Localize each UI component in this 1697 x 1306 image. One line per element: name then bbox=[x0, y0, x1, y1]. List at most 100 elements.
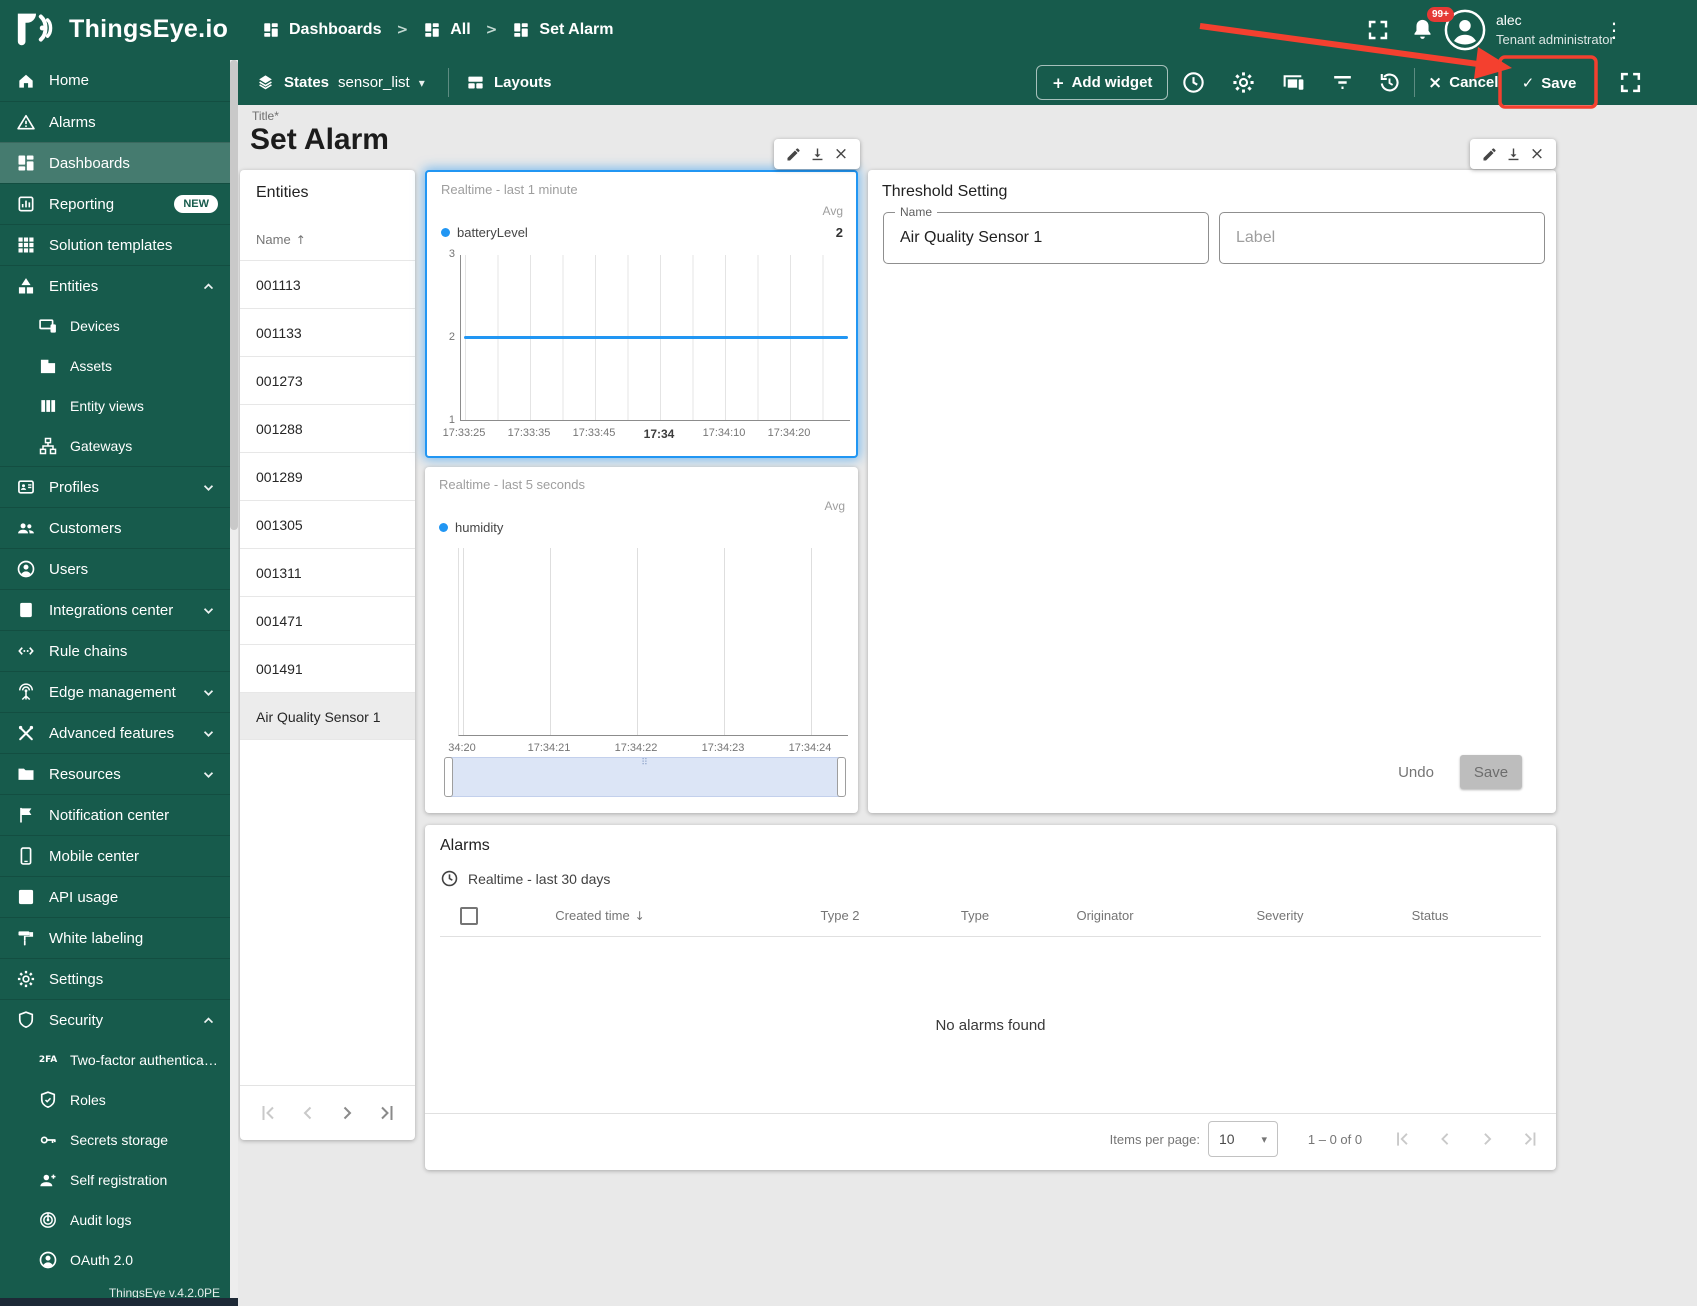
sidebar-item-profiles[interactable]: Profiles bbox=[0, 466, 230, 507]
undo-button[interactable]: Undo bbox=[1383, 754, 1449, 790]
select-all-checkbox[interactable] bbox=[460, 907, 478, 925]
timewindow-icon[interactable] bbox=[1181, 70, 1206, 95]
version-history-icon[interactable] bbox=[1377, 70, 1402, 95]
range-handle-right[interactable] bbox=[837, 757, 846, 797]
sidebar-item-white-labeling[interactable]: White labeling bbox=[0, 917, 230, 958]
sidebar-item-alarms[interactable]: Alarms bbox=[0, 101, 230, 142]
next-page-icon[interactable] bbox=[335, 1101, 359, 1125]
states-selector[interactable]: States sensor_list ▾ bbox=[256, 60, 425, 105]
sidebar-item-settings[interactable]: Settings bbox=[0, 958, 230, 999]
sidebar-item-audit-logs[interactable]: Audit logs bbox=[0, 1200, 230, 1240]
sidebar-item-advanced-features[interactable]: Advanced features bbox=[0, 712, 230, 753]
entity-row-air-quality-sensor-1[interactable]: Air Quality Sensor 1 bbox=[240, 692, 415, 740]
edit-widget-icon[interactable] bbox=[785, 146, 802, 163]
alarm-column-type[interactable]: Type bbox=[961, 908, 989, 923]
entity-row-001471[interactable]: 001471 bbox=[240, 596, 415, 644]
breadcrumb-all[interactable]: All bbox=[423, 21, 471, 39]
add-widget-button[interactable]: + Add widget bbox=[1036, 65, 1169, 100]
humidity-chart-widget[interactable]: Realtime - last 5 seconds Avg humidity 3… bbox=[425, 467, 858, 813]
more-menu-icon[interactable]: ⋮ bbox=[1602, 16, 1626, 44]
app-logo[interactable]: ThingsEye.io bbox=[14, 8, 228, 50]
previous-page-icon[interactable] bbox=[1434, 1127, 1457, 1151]
remove-widget-icon[interactable]: × bbox=[1529, 145, 1546, 163]
edit-widget-icon[interactable] bbox=[1481, 146, 1498, 163]
sidebar-item-resources[interactable]: Resources bbox=[0, 753, 230, 794]
sidebar-item-secrets-storage[interactable]: Secrets storage bbox=[0, 1120, 230, 1160]
sidebar-item-rule-chains[interactable]: Rule chains bbox=[0, 630, 230, 671]
entity-row-001305[interactable]: 001305 bbox=[240, 500, 415, 548]
legend-item-batteryLevel[interactable]: batteryLevel bbox=[441, 225, 528, 240]
first-page-icon[interactable] bbox=[1391, 1127, 1414, 1151]
sidebar-item-home[interactable]: Home bbox=[0, 60, 230, 101]
toolbar-fullscreen-icon[interactable] bbox=[1618, 70, 1643, 95]
next-page-icon[interactable] bbox=[1476, 1127, 1499, 1151]
export-widget-icon[interactable] bbox=[1505, 146, 1522, 163]
entity-row-001311[interactable]: 001311 bbox=[240, 548, 415, 596]
entity-row-001133[interactable]: 001133 bbox=[240, 308, 415, 356]
entity-row-001273[interactable]: 001273 bbox=[240, 356, 415, 404]
sidebar-item-assets[interactable]: Assets bbox=[0, 346, 230, 386]
sidebar-item-notification-center[interactable]: Notification center bbox=[0, 794, 230, 835]
alarm-column-severity[interactable]: Severity bbox=[1257, 908, 1304, 923]
filters-icon[interactable] bbox=[1330, 70, 1355, 95]
dashboard-settings-icon[interactable] bbox=[1231, 70, 1256, 95]
breadcrumb-dashboards[interactable]: Dashboards bbox=[262, 21, 381, 39]
remove-widget-icon[interactable]: × bbox=[833, 145, 850, 163]
sidebar-item-edge-management[interactable]: Edge management bbox=[0, 671, 230, 712]
sidebar-item-label: Resources bbox=[49, 765, 121, 783]
layouts-button[interactable]: Layouts bbox=[466, 60, 552, 105]
last-page-icon[interactable] bbox=[1519, 1127, 1542, 1151]
entity-row-001289[interactable]: 001289 bbox=[240, 452, 415, 500]
last-page-icon[interactable] bbox=[375, 1101, 399, 1125]
first-page-icon[interactable] bbox=[256, 1101, 280, 1125]
sidebar-item-label: Two-factor authenticati… bbox=[70, 1052, 218, 1068]
scrollbar-thumb[interactable] bbox=[230, 60, 238, 530]
cancel-button[interactable]: × Cancel bbox=[1428, 65, 1498, 100]
alarms-timewindow[interactable]: Realtime - last 30 days bbox=[440, 869, 610, 888]
sidebar-item-devices[interactable]: Devices bbox=[0, 306, 230, 346]
sidebar-item-two-factor-authenticati[interactable]: 2FA Two-factor authenticati… bbox=[0, 1040, 230, 1080]
entities-name-column-header[interactable]: Name ↑ bbox=[256, 232, 306, 247]
fullscreen-icon[interactable] bbox=[1366, 18, 1390, 42]
sidebar-item-users[interactable]: Users bbox=[0, 548, 230, 589]
battery-level-chart-widget[interactable]: Realtime - last 1 minute Avg batteryLeve… bbox=[425, 170, 858, 458]
alarm-column-type-2[interactable]: Type 2 bbox=[820, 908, 859, 923]
sidebar-item-oauth-2-0[interactable]: OAuth 2.0 bbox=[0, 1240, 230, 1280]
alarm-column-status[interactable]: Status bbox=[1412, 908, 1449, 923]
export-widget-icon[interactable] bbox=[809, 146, 826, 163]
sidebar-scrollbar[interactable] bbox=[230, 60, 238, 1306]
user-info[interactable]: alec Tenant administrator bbox=[1496, 11, 1614, 49]
range-handle-left[interactable] bbox=[444, 757, 453, 797]
sidebar-item-entity-views[interactable]: Entity views bbox=[0, 386, 230, 426]
sidebar-item-roles[interactable]: Roles bbox=[0, 1080, 230, 1120]
breadcrumb-set-alarm[interactable]: Set Alarm bbox=[512, 21, 614, 39]
name-input[interactable] bbox=[900, 217, 1190, 259]
white-labeling-icon bbox=[16, 928, 36, 948]
entity-row-001113[interactable]: 001113 bbox=[240, 260, 415, 308]
sidebar-item-customers[interactable]: Customers bbox=[0, 507, 230, 548]
entity-row-001288[interactable]: 001288 bbox=[240, 404, 415, 452]
sidebar-item-entities[interactable]: Entities bbox=[0, 265, 230, 306]
secrets-storage-icon bbox=[38, 1130, 58, 1150]
entity-row-001491[interactable]: 001491 bbox=[240, 644, 415, 692]
chart-range-scrollbar[interactable]: ⠿ bbox=[444, 757, 846, 797]
sidebar-item-integrations-center[interactable]: Integrations center bbox=[0, 589, 230, 630]
entity-aliases-icon[interactable] bbox=[1281, 70, 1306, 95]
previous-page-icon[interactable] bbox=[296, 1101, 320, 1125]
sidebar-item-self-registration[interactable]: Self registration bbox=[0, 1160, 230, 1200]
sidebar-item-solution-templates[interactable]: Solution templates bbox=[0, 224, 230, 265]
sidebar-item-mobile-center[interactable]: Mobile center bbox=[0, 835, 230, 876]
save-button[interactable]: ✓ Save bbox=[1514, 67, 1584, 99]
sidebar-item-gateways[interactable]: Gateways bbox=[0, 426, 230, 466]
label-input[interactable] bbox=[1236, 217, 1526, 259]
items-per-page-select[interactable]: 10 ▾ bbox=[1208, 1121, 1278, 1157]
sidebar-item-reporting[interactable]: Reporting NEW bbox=[0, 183, 230, 224]
alarm-column-originator[interactable]: Originator bbox=[1076, 908, 1133, 923]
threshold-save-button[interactable]: Save bbox=[1460, 755, 1522, 789]
legend-item-humidity[interactable]: humidity bbox=[439, 520, 503, 535]
alarm-column-created-time[interactable]: Created time ↓ bbox=[555, 908, 644, 923]
sidebar-item-dashboards[interactable]: Dashboards bbox=[0, 142, 230, 183]
sidebar-item-api-usage[interactable]: API usage bbox=[0, 876, 230, 917]
humidity-chart-plot[interactable] bbox=[458, 548, 848, 736]
sidebar-item-security[interactable]: Security bbox=[0, 999, 230, 1040]
